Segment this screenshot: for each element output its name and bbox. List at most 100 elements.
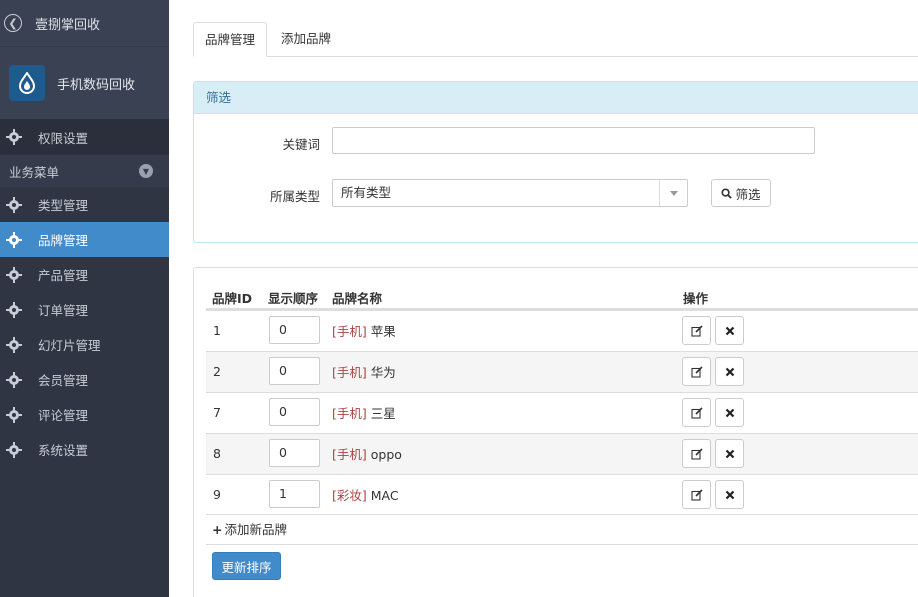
- brand-name-cell: [手机] 三星: [332, 403, 396, 422]
- order-input[interactable]: 1: [269, 480, 320, 508]
- brand-logo: [9, 65, 45, 101]
- sidebar-item-label: 会员管理: [38, 373, 89, 388]
- brand-id: 2: [213, 364, 221, 379]
- close-icon: [725, 408, 734, 417]
- sidebar: ❮ 壹捌掌回收 手机数码回收 权限设置 业务菜单 ▼ 类型管理品牌管理 产品管理订…: [0, 0, 169, 597]
- table-row: 8 0 [手机] oppo: [206, 433, 918, 474]
- sidebar-section-business[interactable]: 业务菜单 ▼: [0, 155, 169, 187]
- order-input[interactable]: 0: [269, 357, 320, 385]
- gear-icon: [6, 441, 22, 458]
- delete-button[interactable]: [715, 439, 744, 468]
- select-arrow-icon: [659, 180, 687, 206]
- order-input[interactable]: 0: [269, 316, 320, 344]
- tab-bar: 品牌管理 添加品牌: [193, 22, 918, 57]
- brand-name: 苹果: [370, 324, 396, 339]
- add-brand-link[interactable]: + 添加新品牌: [206, 514, 918, 545]
- sidebar-item-4[interactable]: 幻灯片管理: [0, 327, 169, 362]
- tab-add-brand[interactable]: 添加品牌: [281, 22, 331, 57]
- edit-icon: [690, 406, 703, 419]
- sidebar-item-label: 权限设置: [38, 130, 89, 146]
- sidebar-item-7[interactable]: 系统设置: [0, 432, 169, 467]
- sidebar-item-1[interactable]: 品牌管理: [0, 222, 169, 257]
- brand-category: [手机]: [332, 365, 367, 380]
- keyword-label: 关键词: [282, 137, 320, 152]
- keyword-input[interactable]: [332, 127, 815, 154]
- header-name: 品牌名称: [332, 291, 383, 306]
- sidebar-brand: 手机数码回收: [0, 46, 169, 119]
- brand-id: 9: [213, 487, 221, 502]
- brand-id: 1: [213, 323, 221, 338]
- delete-button[interactable]: [715, 357, 744, 386]
- delete-button[interactable]: [715, 316, 744, 345]
- update-order-button[interactable]: 更新排序: [212, 552, 281, 580]
- back-title: 壹捌掌回收: [35, 17, 101, 33]
- drop-icon: [18, 72, 36, 94]
- brand-list-panel: 品牌ID 显示顺序 品牌名称 操作 1 0 [手机] 苹果 2 0 [手机] 华为 7 0 [手…: [193, 267, 918, 597]
- close-icon: [725, 490, 734, 499]
- edit-icon: [690, 447, 703, 460]
- gear-icon: [6, 371, 22, 388]
- sidebar-item-permissions[interactable]: 权限设置: [0, 119, 169, 155]
- brand-category: [彩妆]: [332, 488, 367, 503]
- sidebar-item-2[interactable]: 产品管理: [0, 257, 169, 292]
- main-content: 品牌管理 添加品牌 筛选 关键词 所属类型 所有类型 筛选 品牌ID 显示顺序 …: [169, 0, 918, 597]
- brand-category: [手机]: [332, 324, 367, 339]
- sidebar-header[interactable]: ❮ 壹捌掌回收: [0, 0, 169, 46]
- chevron-down-icon[interactable]: ▼: [139, 164, 153, 178]
- close-icon: [725, 326, 734, 335]
- sidebar-item-0[interactable]: 类型管理: [0, 187, 169, 222]
- sidebar-item-5[interactable]: 会员管理: [0, 362, 169, 397]
- delete-button[interactable]: [715, 480, 744, 509]
- section-label: 业务菜单: [9, 164, 60, 180]
- header-id: 品牌ID: [212, 291, 253, 306]
- type-select[interactable]: 所有类型: [332, 179, 688, 207]
- sidebar-item-label: 类型管理: [38, 198, 89, 213]
- brand-name: MAC: [370, 488, 399, 503]
- back-icon[interactable]: ❮: [4, 14, 22, 32]
- search-icon: [721, 187, 733, 199]
- brand-name-cell: [手机] 苹果: [332, 321, 396, 340]
- brand-name: 三星: [370, 406, 396, 421]
- brand-name-cell: [彩妆] MAC: [332, 485, 399, 504]
- filter-button[interactable]: 筛选: [711, 179, 771, 207]
- table-row: 2 0 [手机] 华为: [206, 351, 918, 392]
- close-icon: [725, 367, 734, 376]
- header-action: 操作: [683, 291, 709, 306]
- table-row: 7 0 [手机] 三星: [206, 392, 918, 433]
- order-input[interactable]: 0: [269, 398, 320, 426]
- sidebar-item-label: 幻灯片管理: [38, 338, 101, 353]
- edit-button[interactable]: [682, 480, 711, 509]
- sidebar-item-label: 订单管理: [38, 303, 89, 318]
- edit-button[interactable]: [682, 357, 711, 386]
- edit-button[interactable]: [682, 316, 711, 345]
- sidebar-item-3[interactable]: 订单管理: [0, 292, 169, 327]
- gear-icon: [6, 196, 22, 213]
- brand-category: [手机]: [332, 406, 367, 421]
- sidebar-item-label: 评论管理: [38, 408, 89, 423]
- edit-button[interactable]: [682, 439, 711, 468]
- brand-id: 7: [213, 405, 221, 420]
- table-row: 1 0 [手机] 苹果: [206, 310, 918, 351]
- filter-panel: 筛选 关键词 所属类型 所有类型 筛选: [193, 81, 918, 243]
- table-row: 9 1 [彩妆] MAC: [206, 474, 918, 515]
- gear-icon: [6, 406, 22, 423]
- filter-button-label: 筛选: [735, 186, 761, 202]
- sidebar-item-label: 系统设置: [38, 443, 89, 458]
- add-brand-label: 添加新品牌: [224, 522, 287, 537]
- brand-id: 8: [213, 446, 221, 461]
- tab-brand-manage[interactable]: 品牌管理: [193, 22, 267, 57]
- delete-button[interactable]: [715, 398, 744, 427]
- brand-name-cell: [手机] 华为: [332, 362, 396, 381]
- edit-button[interactable]: [682, 398, 711, 427]
- brand-name-cell: [手机] oppo: [332, 444, 402, 463]
- sidebar-item-6[interactable]: 评论管理: [0, 397, 169, 432]
- type-label: 所属类型: [269, 189, 320, 204]
- table-header: 品牌ID 显示顺序 品牌名称 操作: [206, 282, 918, 310]
- gear-icon: [6, 336, 22, 353]
- gear-icon: [6, 266, 22, 283]
- order-input[interactable]: 0: [269, 439, 320, 467]
- edit-icon: [690, 365, 703, 378]
- brand-name: 华为: [370, 365, 396, 380]
- brand-name: 手机数码回收: [57, 77, 136, 93]
- gear-icon: [6, 231, 22, 248]
